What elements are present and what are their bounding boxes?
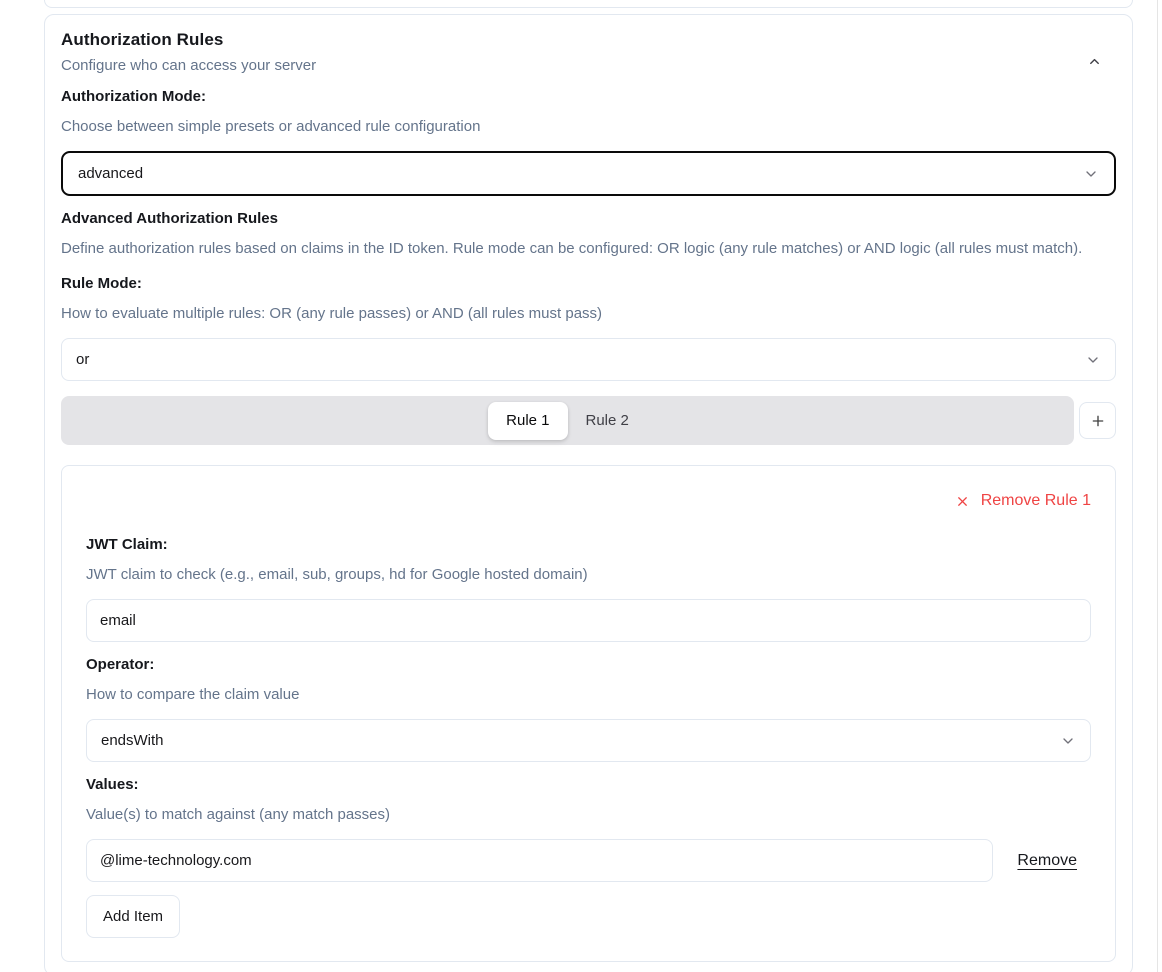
rule-mode-description: How to evaluate multiple rules: OR (any …: [61, 305, 1116, 322]
values-description: Value(s) to match against (any match pas…: [86, 806, 1091, 823]
rule-tabs-list: Rule 1 Rule 2: [61, 396, 1074, 445]
operator-label: Operator:: [86, 656, 1091, 673]
rule-mode-select[interactable]: or: [61, 338, 1116, 381]
operator-description: How to compare the claim value: [86, 686, 1091, 703]
authorization-mode-description: Choose between simple presets or advance…: [61, 118, 1116, 135]
chevron-down-icon: [1083, 166, 1099, 182]
rule-tabs-row: Rule 1 Rule 2: [61, 396, 1116, 445]
rule-1-panel: Remove Rule 1 JWT Claim: JWT claim to ch…: [61, 465, 1116, 962]
value-input[interactable]: [86, 839, 993, 882]
authorization-mode-select[interactable]: advanced: [61, 151, 1116, 196]
jwt-claim-description: JWT claim to check (e.g., email, sub, gr…: [86, 566, 1091, 583]
chevron-up-icon: [1087, 57, 1102, 72]
card-header: Authorization Rules Configure who can ac…: [61, 30, 1116, 75]
jwt-claim-input[interactable]: [86, 599, 1091, 642]
authorization-mode-label: Authorization Mode:: [61, 88, 1116, 105]
remove-rule-1-button[interactable]: Remove Rule 1: [955, 490, 1091, 512]
settings-page: Authorization Rules Configure who can ac…: [44, 0, 1133, 972]
chevron-down-icon: [1060, 733, 1076, 749]
remove-rule-label: Remove Rule 1: [981, 492, 1091, 510]
advanced-rules-description: Define authorization rules based on clai…: [61, 240, 1116, 257]
remove-value-link[interactable]: Remove: [1017, 852, 1091, 870]
collapse-section-button[interactable]: [1081, 48, 1108, 75]
plus-icon: [1090, 413, 1106, 429]
tab-rule-1[interactable]: Rule 1: [488, 402, 567, 440]
operator-select[interactable]: endsWith: [86, 719, 1091, 762]
authorization-rules-card: Authorization Rules Configure who can ac…: [44, 14, 1133, 972]
authorization-mode-value: advanced: [78, 165, 143, 182]
chevron-down-icon: [1085, 352, 1101, 368]
rule-mode-value: or: [76, 351, 89, 368]
scrollbar-track-edge[interactable]: [1157, 0, 1158, 972]
x-icon: [955, 494, 970, 509]
tab-rule-2[interactable]: Rule 2: [568, 402, 647, 440]
add-rule-button[interactable]: [1079, 402, 1116, 439]
add-item-button[interactable]: Add Item: [86, 895, 180, 938]
advanced-rules-heading: Advanced Authorization Rules: [61, 210, 1116, 227]
values-label: Values:: [86, 776, 1091, 793]
operator-value: endsWith: [101, 732, 164, 749]
remove-rule-row: Remove Rule 1: [86, 490, 1091, 512]
rule-mode-label: Rule Mode:: [61, 275, 1116, 292]
card-header-text: Authorization Rules Configure who can ac…: [61, 30, 316, 74]
value-item-row: Remove: [86, 839, 1091, 882]
jwt-claim-label: JWT Claim:: [86, 536, 1091, 553]
page-subtitle: Configure who can access your server: [61, 57, 316, 74]
page-title: Authorization Rules: [61, 30, 316, 50]
previous-section-card: [44, 0, 1133, 8]
